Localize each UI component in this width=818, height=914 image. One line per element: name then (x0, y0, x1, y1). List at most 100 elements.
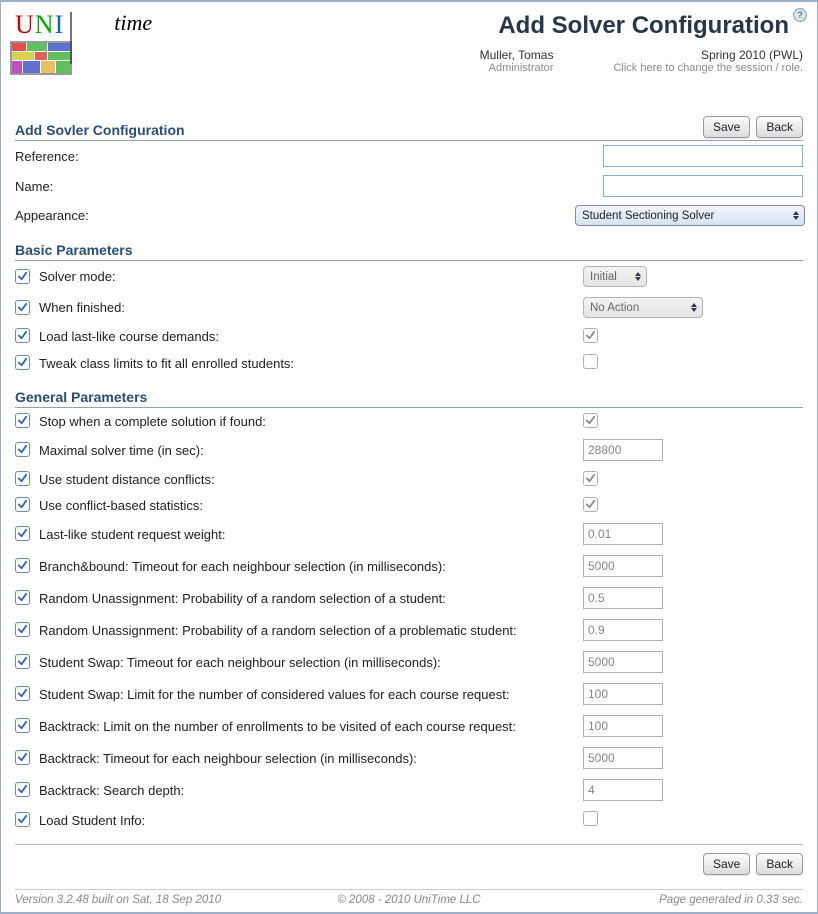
param-row: Load last-like course demands: (15, 323, 803, 349)
param-row: Student Swap: Limit for the number of co… (15, 678, 803, 710)
row-reference: Reference: (15, 141, 803, 171)
param-control: No Action (583, 297, 803, 318)
param-input[interactable] (583, 439, 663, 461)
param-label: Backtrack: Limit on the number of enroll… (39, 719, 577, 734)
footer: Version 3.2.48 built on Sat, 18 Sep 2010… (15, 889, 803, 906)
param-row: Random Unassignment: Probability of a ra… (15, 582, 803, 614)
param-label: Last-like student request weight: (39, 527, 577, 542)
param-control (583, 328, 803, 344)
param-input[interactable] (583, 555, 663, 577)
include-checkbox[interactable] (15, 269, 33, 285)
param-select[interactable]: Initial (583, 266, 647, 287)
param-row: Maximal solver time (in sec): (15, 434, 803, 466)
param-control (583, 555, 803, 577)
divider (15, 844, 803, 845)
param-value-checkbox[interactable] (583, 811, 598, 829)
footer-timing: Page generated in 0.33 sec. (659, 894, 803, 906)
param-input[interactable] (583, 651, 663, 673)
page-title: Add Solver Configuration ? (498, 12, 803, 40)
param-input[interactable] (583, 619, 663, 641)
param-select[interactable]: No Action (583, 297, 703, 318)
param-control (583, 619, 803, 641)
back-button[interactable]: Back (756, 116, 803, 138)
name-input[interactable] (603, 175, 803, 197)
include-checkbox[interactable] (15, 413, 33, 429)
param-control (583, 587, 803, 609)
param-row: Student Swap: Timeout for each neighbour… (15, 646, 803, 678)
include-checkbox[interactable] (15, 471, 33, 487)
param-label: When finished: (39, 300, 577, 315)
param-input[interactable] (583, 523, 663, 545)
basic-heading: Basic Parameters (15, 242, 803, 261)
reference-input[interactable] (603, 145, 803, 167)
include-checkbox[interactable] (15, 718, 33, 734)
appearance-label: Appearance: (15, 208, 575, 223)
param-control (583, 747, 803, 769)
param-row: Random Unassignment: Probability of a ra… (15, 614, 803, 646)
include-checkbox[interactable] (15, 558, 33, 574)
form-section-header: Add Sovler Configuration Save Back (15, 116, 803, 141)
param-label: Stop when a complete solution if found: (39, 414, 577, 429)
include-checkbox[interactable] (15, 812, 33, 828)
user-role: Administrator (480, 62, 554, 74)
param-control (583, 715, 803, 737)
user-name: Muller, Tomas (480, 48, 554, 62)
include-checkbox[interactable] (15, 750, 33, 766)
param-value-checkbox[interactable] (583, 413, 598, 429)
logo[interactable]: UNI time (15, 12, 152, 86)
session-block[interactable]: Spring 2010 (PWL) Click here to change t… (613, 48, 803, 74)
include-checkbox[interactable] (15, 328, 33, 344)
param-value-checkbox[interactable] (583, 328, 598, 344)
param-label: Backtrack: Search depth: (39, 783, 577, 798)
help-icon[interactable]: ? (793, 8, 807, 22)
include-checkbox[interactable] (15, 355, 33, 371)
include-checkbox[interactable] (15, 300, 33, 316)
include-checkbox[interactable] (15, 526, 33, 542)
appearance-select[interactable]: Student Sectioning Solver (575, 205, 805, 226)
save-button[interactable]: Save (703, 116, 750, 138)
include-checkbox[interactable] (15, 686, 33, 702)
param-row: Backtrack: Timeout for each neighbour se… (15, 742, 803, 774)
param-input[interactable] (583, 683, 663, 705)
param-row: Use conflict-based statistics: (15, 492, 803, 518)
include-checkbox[interactable] (15, 782, 33, 798)
form-section-title: Add Sovler Configuration (15, 122, 185, 138)
include-checkbox[interactable] (15, 590, 33, 606)
param-value-checkbox[interactable] (583, 471, 598, 487)
param-label: Use conflict-based statistics: (39, 498, 577, 513)
session-hint: Click here to change the session / role. (613, 62, 803, 74)
row-appearance: Appearance: Student Sectioning Solver (15, 201, 803, 230)
param-control (583, 523, 803, 545)
param-label: Student Swap: Timeout for each neighbour… (39, 655, 577, 670)
param-value-checkbox[interactable] (583, 497, 598, 513)
param-label: Branch&bound: Timeout for each neighbour… (39, 559, 577, 574)
param-control (583, 497, 803, 513)
param-row: Stop when a complete solution if found: (15, 408, 803, 434)
param-control (583, 683, 803, 705)
param-control (583, 471, 803, 487)
param-input[interactable] (583, 779, 663, 801)
param-label: Student Swap: Limit for the number of co… (39, 687, 577, 702)
param-row: Backtrack: Search depth: (15, 774, 803, 806)
include-checkbox[interactable] (15, 497, 33, 513)
param-label: Random Unassignment: Probability of a ra… (39, 591, 577, 606)
param-control (583, 811, 803, 829)
timetable-icon (10, 30, 72, 86)
param-input[interactable] (583, 587, 663, 609)
param-label: Use student distance conflicts: (39, 472, 577, 487)
include-checkbox[interactable] (15, 622, 33, 638)
param-input[interactable] (583, 747, 663, 769)
param-input[interactable] (583, 715, 663, 737)
param-label: Load last-like course demands: (39, 329, 577, 344)
user-block[interactable]: Muller, Tomas Administrator (480, 48, 554, 74)
include-checkbox[interactable] (15, 442, 33, 458)
param-control (583, 413, 803, 429)
param-label: Solver mode: (39, 269, 577, 284)
param-row: Last-like student request weight: (15, 518, 803, 550)
include-checkbox[interactable] (15, 654, 33, 670)
param-value-checkbox[interactable] (583, 354, 598, 372)
row-name: Name: (15, 171, 803, 201)
logo-wordmark-time: time (114, 10, 152, 36)
param-row: Branch&bound: Timeout for each neighbour… (15, 550, 803, 582)
param-label: Tweak class limits to fit all enrolled s… (39, 356, 577, 371)
